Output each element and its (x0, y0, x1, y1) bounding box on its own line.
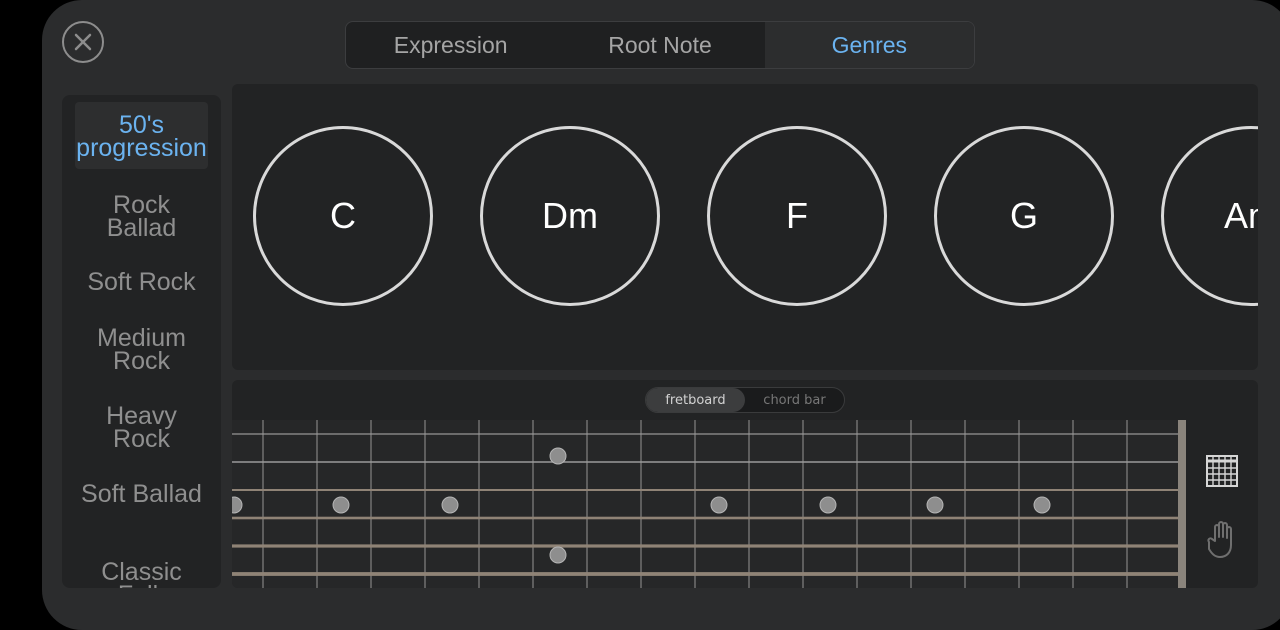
fret-wire (424, 420, 426, 588)
fretboard-mode-button[interactable]: fretboard (646, 388, 745, 412)
fret-wire (910, 420, 912, 588)
tab-genres[interactable]: Genres (764, 22, 974, 68)
fret-wire (316, 420, 318, 588)
guitar-string (232, 489, 1178, 491)
guitar-string (232, 461, 1178, 463)
hand-icon[interactable] (1205, 519, 1241, 559)
chord-button-f[interactable]: F (707, 126, 887, 306)
guitar-string (232, 572, 1178, 576)
fret-wire (1018, 420, 1020, 588)
chord-button-am[interactable]: Am (1161, 126, 1258, 306)
close-icon (74, 33, 92, 51)
guitar-string (232, 433, 1178, 435)
genre-item-soft-rock[interactable]: Soft Rock (75, 270, 208, 295)
genre-item-heavy-rock[interactable]: Heavy Rock (75, 404, 208, 452)
chord-bar-mode-button[interactable]: chord bar (745, 388, 844, 412)
guitar-string (232, 516, 1178, 520)
fret-wire (262, 420, 264, 588)
fret-marker (1033, 496, 1051, 514)
fretboard[interactable] (232, 420, 1186, 588)
fret-marker (549, 447, 567, 465)
fret-marker (549, 546, 567, 564)
genre-item-classic-folk[interactable]: Classic Folk (75, 560, 208, 589)
genre-item-rock-ballad[interactable]: Rock Ballad (75, 193, 208, 241)
tab-expression[interactable]: Expression (346, 22, 555, 68)
close-button[interactable] (62, 21, 104, 63)
genre-item-50s-progression[interactable]: 50's progression (75, 102, 208, 169)
fretboard-mode-toggle: fretboard chord bar (645, 387, 845, 413)
fret-wire (748, 420, 750, 588)
fret-wire (1072, 420, 1074, 588)
fret-wire (640, 420, 642, 588)
chord-button-dm[interactable]: Dm (480, 126, 660, 306)
guitar-string (232, 544, 1178, 548)
fret-wire (694, 420, 696, 588)
fret-marker (332, 496, 350, 514)
fret-wire (370, 420, 372, 588)
fret-wire (586, 420, 588, 588)
chord-button-c[interactable]: C (253, 126, 433, 306)
genre-item-soft-ballad[interactable]: Soft Ballad (75, 482, 208, 507)
fret-wire (856, 420, 858, 588)
fret-marker (441, 496, 459, 514)
fret-wire (478, 420, 480, 588)
tab-root-note[interactable]: Root Note (555, 22, 764, 68)
fret-wire (964, 420, 966, 588)
fret-wire (802, 420, 804, 588)
chord-strip: C Dm F G Am (232, 84, 1258, 370)
fret-marker (926, 496, 944, 514)
fret-marker (819, 496, 837, 514)
fretboard-area: fretboard chord bar (232, 380, 1258, 588)
chord-grid-icon[interactable] (1206, 455, 1238, 487)
fret-wire (1126, 420, 1128, 588)
mode-tabs: Expression Root Note Genres (345, 21, 975, 69)
chord-button-g[interactable]: G (934, 126, 1114, 306)
fret-wire (532, 420, 534, 588)
genre-list: 50's progression Rock Ballad Soft Rock M… (62, 95, 221, 588)
fret-marker (710, 496, 728, 514)
genre-item-medium-rock[interactable]: Medium Rock (75, 326, 208, 374)
